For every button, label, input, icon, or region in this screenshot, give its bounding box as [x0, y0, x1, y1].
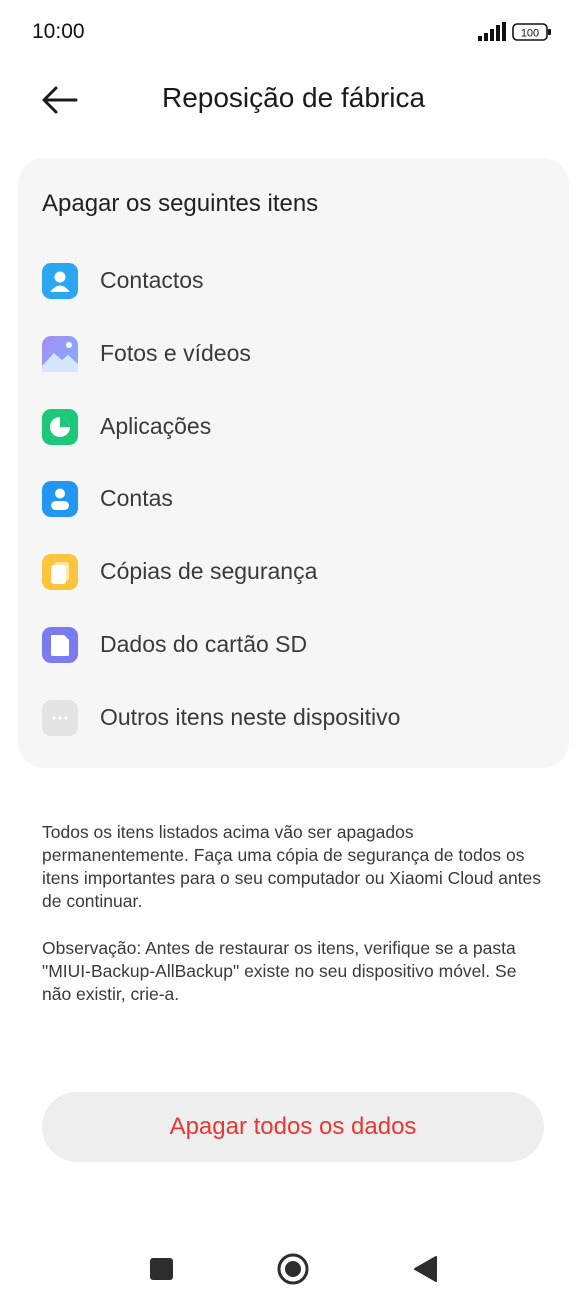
home-button[interactable]: [273, 1248, 313, 1288]
back-triangle-icon: [414, 1256, 437, 1282]
item-label: Outros itens neste dispositivo: [100, 704, 401, 730]
list-item-sd-card: Dados do cartão SD: [42, 623, 562, 667]
list-item-photos: Fotos e vídeos: [42, 332, 562, 376]
status-bar: 10:00 100: [0, 0, 587, 64]
item-label: Contas: [100, 485, 173, 511]
recents-square-icon: [150, 1258, 173, 1280]
item-label: Fotos e vídeos: [100, 340, 251, 366]
apps-pie-icon: [42, 409, 78, 445]
gallery-icon: [42, 336, 78, 372]
backup-icon: [42, 554, 78, 590]
home-circle-icon: [277, 1253, 309, 1285]
more-dots-icon: [42, 700, 78, 736]
list-item-apps: Aplicações: [42, 405, 562, 449]
battery-level: 100: [521, 28, 539, 40]
header: Reposição de fábrica: [0, 64, 587, 138]
list-item-backups: Cópias de segurança: [42, 550, 562, 594]
contacts-icon: [42, 263, 78, 299]
item-label: Aplicações: [100, 413, 212, 439]
erase-all-data-button[interactable]: Apagar todos os dados: [42, 1092, 544, 1162]
signal-icon: [478, 22, 506, 41]
account-icon: [42, 481, 78, 517]
sd-card-icon: [42, 627, 78, 663]
navigation-bar: [0, 1230, 587, 1306]
warning-text: Todos os itens listados acima vão ser ap…: [42, 822, 542, 911]
list-item-contacts: Contactos: [42, 259, 562, 303]
battery-icon: 100: [512, 23, 551, 41]
page-title: Reposição de fábrica: [161, 82, 426, 113]
erase-items-card: Apagar os seguintes itens Contactos Foto…: [18, 158, 569, 768]
observation-text: Observação: Antes de restaurar os itens,…: [42, 938, 517, 1004]
card-title: Apagar os seguintes itens: [42, 190, 319, 217]
back-arrow-icon: [42, 86, 78, 114]
item-label: Cópias de segurança: [100, 558, 318, 584]
recents-button[interactable]: [142, 1248, 182, 1288]
list-item-accounts: Contas: [42, 477, 562, 521]
item-label: Dados do cartão SD: [100, 631, 308, 657]
list-item-others: Outros itens neste dispositivo: [42, 696, 562, 740]
back-nav-button[interactable]: [406, 1248, 446, 1288]
item-label: Contactos: [100, 267, 204, 293]
back-button[interactable]: [38, 80, 82, 120]
status-time: 10:00: [32, 20, 85, 43]
